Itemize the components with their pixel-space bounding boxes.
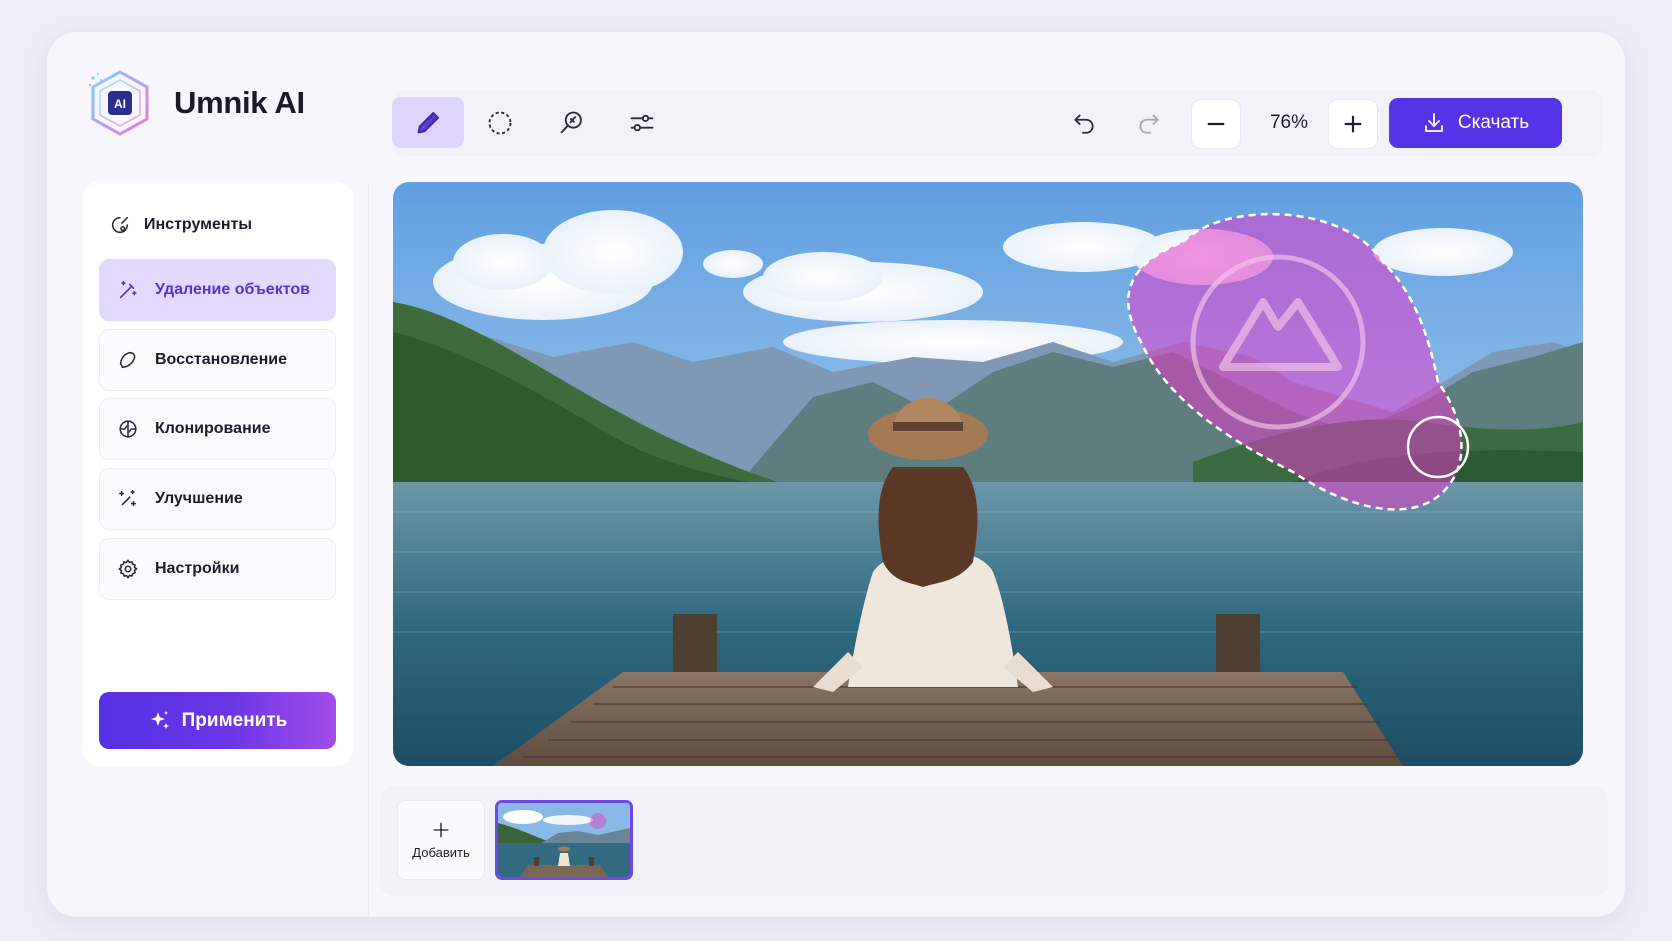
sidebar-header: Инструменты (109, 214, 252, 236)
ai-chip-logo-icon: AI (88, 70, 149, 136)
sidebar-item-object-removal[interactable]: Удаление объектов (99, 259, 336, 321)
zoom-in-button[interactable] (1328, 99, 1378, 149)
filmstrip: Добавить (380, 786, 1608, 896)
add-label: Добавить (412, 844, 470, 860)
magnifier-brush-icon (560, 111, 582, 133)
tool-brush[interactable] (392, 97, 464, 148)
thumbnail-image (498, 803, 630, 877)
minus-icon (1207, 122, 1225, 126)
redo-icon (1139, 114, 1159, 134)
image-thumbnail[interactable] (495, 800, 633, 880)
magic-wand-icon (119, 280, 137, 299)
logo-badge: AI (114, 97, 126, 111)
undo-icon (1074, 114, 1094, 134)
clone-icon (119, 420, 137, 438)
tools-icon (111, 216, 129, 234)
sparkle-enhance-icon (118, 489, 137, 507)
apply-button[interactable]: Применить (99, 692, 336, 749)
sidebar-item-cloning[interactable]: Клонирование (99, 398, 336, 460)
plus-icon (1344, 115, 1362, 133)
sidebar-header-label: Инструменты (144, 216, 253, 233)
pencil-icon (417, 111, 439, 133)
download-label: Скачать (1457, 112, 1530, 133)
logo: AI Umnik AI (85, 68, 305, 138)
sidebar-item-settings[interactable]: Настройки (99, 538, 336, 600)
download-icon (1424, 113, 1443, 132)
zoom-level: 76% (1269, 112, 1309, 133)
sidebar-item-label: Улучшение (155, 490, 243, 507)
sidebar: Инструменты Удаление объектов Восстановл… (83, 182, 353, 766)
sliders-icon (630, 114, 654, 131)
app-name: Umnik AI (174, 85, 305, 120)
lake-photo (393, 182, 1583, 766)
add-image-button[interactable]: Добавить (397, 800, 485, 880)
sidebar-item-label: Клонирование (155, 420, 271, 437)
sparkles-icon (150, 710, 169, 729)
redo-button[interactable] (1125, 100, 1173, 146)
bandage-icon (119, 351, 136, 369)
zoom-out-button[interactable] (1191, 99, 1241, 149)
tool-lasso[interactable] (464, 97, 536, 148)
image-canvas[interactable] (393, 182, 1583, 766)
sidebar-item-restoration[interactable]: Восстановление (99, 329, 336, 391)
sidebar-item-label: Удаление объектов (155, 281, 310, 298)
divider (368, 182, 369, 917)
sidebar-item-label: Восстановление (155, 351, 287, 368)
gear-icon (118, 559, 138, 579)
plus-icon (433, 822, 449, 837)
sidebar-item-label: Настройки (155, 560, 240, 577)
tool-adjust[interactable] (606, 97, 678, 148)
undo-button[interactable] (1060, 100, 1108, 146)
apply-label: Применить (181, 709, 288, 731)
toolbar: 76% Скачать (392, 90, 1603, 156)
download-button[interactable]: Скачать (1389, 98, 1562, 148)
app-window: AI Umnik AI 76% Скачать Инструменты Удал… (47, 32, 1625, 917)
sidebar-item-enhance[interactable]: Улучшение (99, 468, 336, 530)
tool-healing[interactable] (535, 97, 607, 148)
dashed-circle-icon (488, 111, 512, 134)
